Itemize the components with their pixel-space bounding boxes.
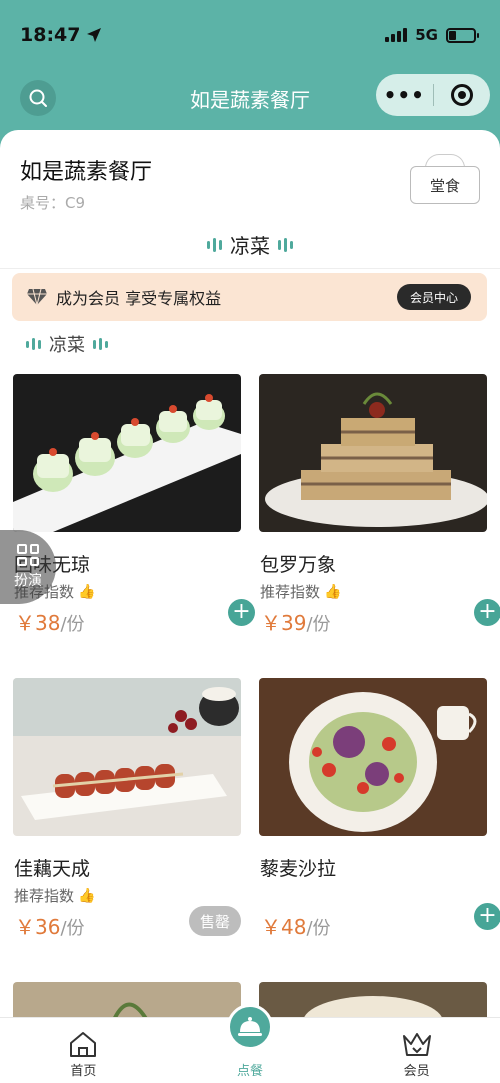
dish-image[interactable] [13,678,241,836]
dish-card[interactable]: 佳藕天成 推荐指数 👍 ￥36/份 售罄 [13,678,241,978]
tab-label: 点餐 [237,1064,264,1079]
floating-label: 扮演 [14,573,42,589]
clock-text: 18:47 [20,24,81,46]
status-indicators: 5G [385,26,479,44]
main-content: 如是蔬素餐厅 桌号：C9 堂食 凉菜 成为会员 享受专属权益 会员中心 凉菜 👍… [0,130,500,1083]
crown-icon [402,1033,431,1056]
dish-card[interactable]: 藜麦沙拉 ￥48/份 + [259,678,500,978]
dish-image[interactable] [259,982,487,1022]
price-value: ￥38 [15,611,61,635]
more-button[interactable]: ••• [376,83,433,107]
category-header: 凉菜 [0,230,500,259]
dish-card[interactable]: 包罗万象 推荐指数 👍 ￥39/份 + [259,374,500,674]
price-value: ￥36 [15,915,61,939]
member-center-button[interactable]: 会员中心 [397,284,471,310]
network-label: 5G [415,26,438,44]
dish-card[interactable]: 回味无琼 推荐指数 👍 ￥38/份 + [13,374,255,674]
dish-name: 藜麦沙拉 [260,858,337,880]
dish-price: ￥38/份 [15,607,85,636]
recommendation: 推荐指数 👍 [260,581,341,602]
dish-price: ￥39/份 [261,607,331,636]
dish-price: ￥48/份 [261,911,331,940]
rec-label: 推荐指数 [260,583,321,601]
recommendation: 推荐指数 👍 [14,885,95,906]
tab-home[interactable]: 首页 [0,1018,167,1083]
sold-out-badge: 售罄 [189,906,241,936]
dish-image[interactable] [259,678,487,836]
battery-icon [446,27,479,43]
status-time: 18:47 [20,24,102,46]
section-header: 凉菜 [26,331,108,357]
add-to-cart-button[interactable]: + [474,599,500,626]
signal-icon [385,28,408,42]
dish-price: ￥36/份 [15,911,85,940]
price-value: ￥48 [261,915,307,939]
price-unit: /份 [60,614,85,635]
restaurant-name: 如是蔬素餐厅 [20,160,153,185]
diamond-icon [27,288,47,306]
price-unit: /份 [60,918,85,939]
table-number: 桌号：C9 [20,194,86,212]
dine-mode-tag: 堂食 [410,154,480,204]
location-arrow-icon [87,28,102,42]
right-bars-icon [278,237,293,252]
left-bars-icon [26,338,41,350]
mini-program-capsule: ••• [376,74,490,116]
rec-label: 推荐指数 [14,887,75,905]
cloche-icon [238,1017,262,1036]
divider [0,268,500,269]
dish-image[interactable] [13,374,241,532]
price-unit: /份 [306,614,331,635]
tab-bar: 首页 点餐 会员 [0,1004,500,1083]
thumbs-up-icon: 👍 [78,887,96,904]
close-button[interactable] [433,84,490,106]
dine-in-button[interactable]: 堂食 [410,166,480,204]
add-to-cart-button[interactable]: + [228,599,255,626]
grid-icon [17,544,39,566]
tab-label: 首页 [70,1064,97,1079]
category-title[interactable]: 凉菜 [230,230,270,259]
thumbs-up-icon: 👍 [324,583,342,600]
price-unit: /份 [306,918,331,939]
dish-name: 佳藕天成 [14,858,91,880]
left-bars-icon [207,237,222,252]
add-to-cart-button[interactable]: + [474,903,500,930]
member-text: 成为会员 享受专属权益 [56,289,222,308]
order-button[interactable] [227,1004,273,1050]
thumbs-up-icon: 👍 [78,583,96,600]
nav-bar: 如是蔬素餐厅 ••• [0,72,500,122]
member-banner[interactable]: 成为会员 享受专属权益 会员中心 [12,273,487,321]
home-icon [70,1032,97,1057]
tab-label: 会员 [403,1064,430,1079]
tab-member[interactable]: 会员 [333,1018,500,1083]
close-circle-icon [450,84,473,106]
status-bar: 18:47 5G [0,0,500,70]
section-title: 凉菜 [49,335,85,356]
tab-order[interactable]: 点餐 [167,1004,334,1083]
dish-image[interactable] [259,374,487,532]
dish-name: 包罗万象 [260,554,337,576]
price-value: ￥39 [261,611,307,635]
right-bars-icon [93,338,108,350]
dish-image[interactable] [13,982,241,1022]
